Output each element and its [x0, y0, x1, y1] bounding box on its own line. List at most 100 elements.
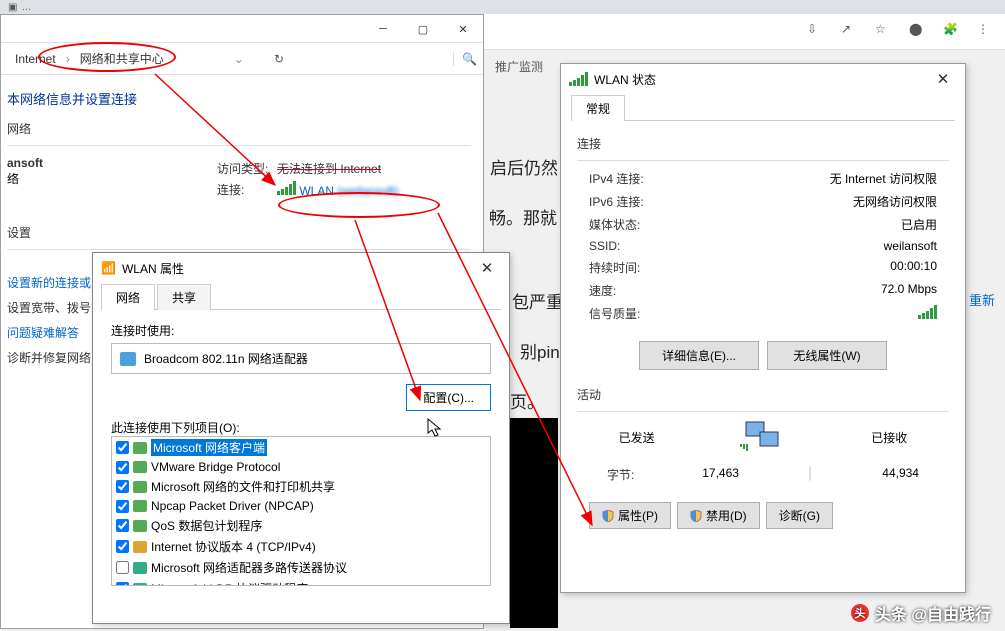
item-label: Npcap Packet Driver (NPCAP)	[151, 499, 314, 513]
item-checkbox[interactable]	[116, 441, 129, 454]
maximize-button[interactable]: ▢	[403, 15, 443, 43]
adapter-name: Broadcom 802.11n 网络适配器	[144, 350, 308, 367]
divider	[7, 145, 471, 146]
disable-button[interactable]: 禁用(D)	[677, 502, 760, 529]
chevron-icon: ›	[66, 52, 70, 66]
browser-toolbar-right: ⇩ ↗ ☆ ⬤ 🧩 ⋮	[807, 22, 995, 40]
wlan-status-dialog: WLAN 状态 ✕ 常规 连接 IPv4 连接:无 Internet 访问权限 …	[560, 63, 966, 593]
diagnose-button[interactable]: 诊断(G)	[766, 502, 833, 529]
close-button[interactable]: ✕	[473, 259, 501, 277]
list-item[interactable]: QoS 数据包计划程序	[112, 515, 490, 536]
list-item[interactable]: Microsoft 网络客户端	[112, 437, 490, 458]
item-label: QoS 数据包计划程序	[151, 517, 262, 534]
tab-sharing[interactable]: 共享	[157, 284, 211, 310]
details-button[interactable]: 详细信息(E)...	[639, 341, 759, 370]
bg-toolbar-text: 推广监测	[495, 58, 543, 75]
divider	[7, 249, 471, 250]
item-checkbox[interactable]	[116, 561, 129, 574]
access-type-label: 访问类型:	[217, 160, 277, 177]
item-checkbox[interactable]	[116, 461, 129, 474]
item-checkbox[interactable]	[116, 582, 129, 586]
bytes-label: 字节:	[607, 466, 634, 483]
account-icon[interactable]: ⬤	[909, 22, 927, 40]
close-button[interactable]: ✕	[443, 15, 483, 43]
dialog-titlebar: WLAN 状态 ✕	[561, 64, 965, 94]
minimize-button[interactable]: ─	[363, 15, 403, 43]
protocol-icon	[133, 520, 147, 532]
tab-network[interactable]: 网络	[101, 284, 155, 310]
breadcrumb-network-center[interactable]: 网络和共享中心	[74, 48, 170, 69]
close-button[interactable]: ✕	[929, 70, 957, 88]
connect-using-label: 连接时使用:	[111, 322, 491, 339]
list-item[interactable]: Microsoft LLDP 协议驱动程序	[112, 578, 490, 586]
share-icon[interactable]: ↗	[841, 22, 859, 40]
ipv4-label: IPv4 连接:	[589, 170, 644, 187]
menu-icon[interactable]: ⋮	[977, 22, 995, 40]
tab-general[interactable]: 常规	[571, 95, 625, 121]
protocol-icon	[133, 500, 147, 512]
signal-label: 信号质量:	[589, 305, 640, 322]
address-bar: Internet › 网络和共享中心 ⌄ ↻ 🔍	[1, 43, 483, 75]
ipv6-label: IPv6 连接:	[589, 193, 644, 210]
section-settings: 设置	[7, 224, 471, 241]
wlan-properties-dialog: 📶 WLAN 属性 ✕ 网络 共享 连接时使用: Broadcom 802.11…	[92, 252, 510, 624]
properties-button[interactable]: 属性(P)	[589, 502, 671, 529]
extensions-icon[interactable]: 🧩	[943, 22, 961, 40]
list-item[interactable]: Internet 协议版本 4 (TCP/IPv4)	[112, 536, 490, 557]
list-item[interactable]: Npcap Packet Driver (NPCAP)	[112, 497, 490, 515]
duration-label: 持续时间:	[589, 259, 640, 276]
ssid-label: SSID:	[589, 239, 620, 253]
install-icon[interactable]: ⇩	[807, 22, 825, 40]
protocol-icon	[133, 461, 147, 473]
refresh-link[interactable]: 重新	[969, 290, 995, 309]
configure-button[interactable]: 配置(C)...	[406, 384, 491, 411]
connection-wlan-link[interactable]: WLAN (weilansoft)	[299, 184, 398, 198]
bytes-recv-value: 44,934	[882, 466, 919, 483]
wireless-properties-button[interactable]: 无线属性(W)	[767, 341, 887, 370]
item-checkbox[interactable]	[116, 519, 129, 532]
protocol-icon	[133, 562, 147, 574]
signal-value	[918, 305, 937, 322]
list-item[interactable]: Microsoft 网络的文件和打印机共享	[112, 476, 490, 497]
network-name: ansoft	[7, 156, 43, 170]
bytes-sent-value: 17,463	[702, 466, 739, 483]
chevron-down-icon[interactable]: ⌄	[234, 52, 244, 66]
network-type: 络	[7, 170, 217, 187]
signal-icon	[277, 181, 296, 195]
watermark: 头 头条 @自由践行	[851, 601, 991, 625]
star-icon[interactable]: ☆	[875, 22, 893, 40]
item-checkbox[interactable]	[116, 500, 129, 513]
ssid-value: weilansoft	[884, 239, 937, 253]
refresh-icon[interactable]: ↻	[267, 52, 291, 66]
item-label: Microsoft LLDP 协议驱动程序	[151, 580, 308, 586]
bg-text: 页。	[510, 388, 544, 413]
tab-fragment[interactable]: ▣ …	[8, 2, 31, 13]
items-label: 此连接使用下列项目(O):	[111, 419, 491, 436]
item-label: Microsoft 网络的文件和打印机共享	[151, 478, 335, 495]
item-label: Microsoft 网络客户端	[151, 439, 267, 456]
watermark-icon: 头	[851, 604, 869, 622]
recv-label: 已接收	[871, 429, 907, 446]
item-checkbox[interactable]	[116, 540, 129, 553]
bg-text: 启后仍然	[490, 154, 558, 179]
sent-label: 已发送	[619, 429, 655, 446]
bg-text: 包严重	[512, 288, 563, 313]
adapter-box: Broadcom 802.11n 网络适配器	[111, 343, 491, 374]
protocol-icon	[133, 583, 147, 587]
group-activity: 活动	[577, 386, 949, 403]
breadcrumb-internet[interactable]: Internet	[9, 50, 62, 68]
dialog-titlebar: 📶 WLAN 属性 ✕	[93, 253, 509, 283]
list-item[interactable]: VMware Bridge Protocol	[112, 458, 490, 476]
list-item[interactable]: Microsoft 网络适配器多路传送器协议	[112, 557, 490, 578]
item-checkbox[interactable]	[116, 480, 129, 493]
network-icon: 📶	[101, 261, 116, 275]
search-icon[interactable]: 🔍	[453, 52, 475, 66]
active-network-row: ansoft 络 访问类型: 无法连接到 Internet 连接: WLAN (…	[7, 156, 471, 202]
duration-value: 00:00:10	[890, 259, 937, 276]
ipv4-value: 无 Internet 访问权限	[830, 170, 937, 187]
media-value: 已启用	[901, 216, 937, 233]
bg-dark-block	[510, 418, 558, 628]
section-networks: 网络	[7, 120, 471, 137]
access-type-value: 无法连接到 Internet	[277, 160, 381, 177]
items-listbox[interactable]: Microsoft 网络客户端 VMware Bridge Protocol Mic…	[111, 436, 491, 586]
